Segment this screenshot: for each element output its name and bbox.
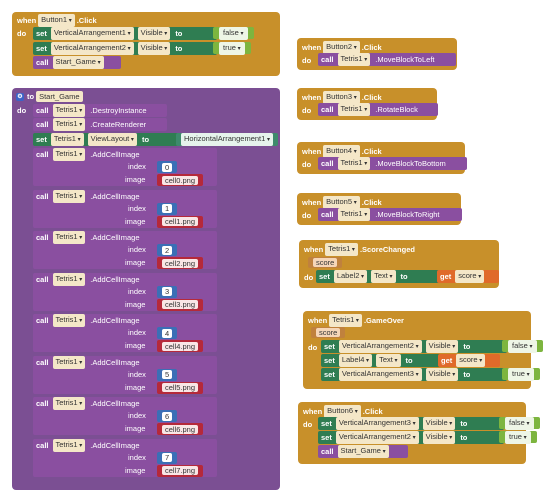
property-dropdown[interactable]: Visible — [137, 27, 171, 40]
do-label: do — [302, 211, 312, 220]
do-label: do — [302, 56, 312, 65]
call-moveblocktobottom[interactable]: call Tetris1 .MoveBlockToBottom — [318, 157, 467, 170]
index-number-block[interactable]: 5 — [157, 368, 178, 381]
scorechanged-header: when Tetris1 .ScoreChanged — [304, 243, 415, 256]
set-verticalarrangement2-visible[interactable]: set VerticalArrangement2 Visible to — [321, 340, 507, 353]
call-addcellimage[interactable]: callTetris1.AddCellImage — [33, 148, 179, 161]
index-label: index — [128, 411, 146, 420]
get-score[interactable]: get score — [438, 354, 500, 367]
image-text-block[interactable]: cell2.png — [157, 257, 204, 269]
set-verticalarrangement2-visible[interactable]: set VerticalArrangement2 Visible to — [318, 431, 504, 444]
get-score[interactable]: get score — [437, 270, 499, 283]
image-text-block[interactable]: cell0.png — [157, 174, 204, 186]
image-label: image — [125, 175, 146, 184]
image-text-block[interactable]: cell4.png — [157, 340, 204, 352]
click-label: .Click — [76, 16, 97, 25]
do-label: do — [308, 343, 318, 352]
call-start-game[interactable]: call Start_Game — [33, 56, 121, 69]
false-block[interactable]: false — [502, 339, 543, 353]
index-label: index — [128, 328, 146, 337]
call-moveblocktoleft[interactable]: call Tetris1 .MoveBlockToLeft — [318, 53, 456, 66]
index-number-block[interactable]: 1 — [157, 202, 178, 215]
index-number-block[interactable]: 2 — [157, 244, 178, 256]
component-dropdown[interactable]: VerticalArrangement1 — [50, 27, 134, 40]
set-verticalarrangement3-visible[interactable]: set VerticalArrangement3 Visible to — [321, 368, 507, 381]
image-label: image — [125, 465, 146, 475]
button1-dropdown[interactable]: Button1 — [38, 14, 75, 27]
call-createrenderer[interactable]: call Tetris1 .CreateRenderer — [33, 118, 167, 131]
set-verticalarrangement3-visible[interactable]: set VerticalArrangement3 Visible to — [318, 417, 504, 430]
image-label: image — [125, 424, 146, 433]
image-label: image — [125, 258, 146, 267]
call-addcellimage[interactable]: callTetris1.AddCellImage — [33, 314, 179, 327]
index-label: index — [128, 245, 146, 254]
index-label: index — [128, 162, 146, 171]
call-addcellimage[interactable]: callTetris1.AddCellImage — [33, 272, 179, 286]
image-text-block[interactable]: cell1.png — [157, 215, 204, 228]
true-block[interactable]: true — [502, 367, 540, 381]
false-block[interactable]: false — [213, 26, 254, 40]
button1-click-header: when Button1 .Click — [17, 14, 97, 27]
do-label: do — [303, 420, 313, 429]
set-label2-text[interactable]: set Label2 Text to — [316, 270, 442, 283]
do-label: do — [304, 273, 314, 282]
procedure-header: ⚙ to Start_Game — [16, 91, 85, 102]
call-addcellimage[interactable]: callTetris1.AddCellImage — [33, 355, 179, 369]
do-label: do — [17, 106, 27, 115]
call-addcellimage[interactable]: callTetris1.AddCellImage — [33, 231, 179, 244]
index-number-block[interactable]: 3 — [157, 285, 178, 298]
horizontalarrangement1-block[interactable]: HorizontalArrangement1 — [176, 133, 278, 146]
index-label: index — [128, 369, 146, 379]
gameover-header: when Tetris1 .GameOver — [308, 314, 404, 327]
set-tetris1-viewlayout[interactable]: set Tetris1 ViewLayout to — [33, 133, 181, 146]
set-verticalarrangement2-visible[interactable]: set VerticalArrangement2 Visible to — [33, 42, 217, 55]
index-number-block[interactable]: 4 — [157, 327, 178, 339]
image-text-block[interactable]: cell6.png — [157, 423, 204, 435]
do-label: do — [302, 160, 312, 169]
call-addcellimage[interactable]: callTetris1.AddCellImage — [33, 397, 179, 410]
call-moveblocktoright[interactable]: call Tetris1 .MoveBlockToRight — [318, 208, 462, 221]
call-rotateblock[interactable]: call Tetris1 .RotateBlock — [318, 103, 438, 116]
gear-icon[interactable]: ⚙ — [16, 92, 24, 101]
do-label: do — [17, 29, 27, 38]
do-label: do — [302, 106, 312, 115]
image-text-block[interactable]: cell7.png — [157, 464, 204, 477]
image-label: image — [125, 299, 146, 309]
call-destroyinstance[interactable]: call Tetris1 .DestroyInstance — [33, 104, 167, 117]
index-number-block[interactable]: 0 — [157, 161, 178, 173]
image-text-block[interactable]: cell3.png — [157, 298, 204, 311]
index-number-block[interactable]: 6 — [157, 410, 178, 422]
when-label: when — [17, 16, 37, 25]
true-block[interactable]: true — [213, 41, 251, 55]
false-block[interactable]: false — [499, 416, 540, 430]
component-dropdown[interactable]: VerticalArrangement2 — [50, 42, 134, 55]
call-start-game[interactable]: call Start_Game — [318, 445, 408, 458]
index-number-block[interactable]: 7 — [157, 451, 178, 464]
image-text-block[interactable]: cell5.png — [157, 381, 204, 394]
index-label: index — [128, 286, 146, 296]
true-block[interactable]: true — [499, 430, 537, 444]
score-parameter[interactable]: score — [308, 257, 343, 268]
index-label: index — [128, 452, 146, 462]
image-label: image — [125, 382, 146, 392]
image-label: image — [125, 341, 146, 350]
index-label: index — [128, 203, 146, 213]
call-addcellimage[interactable]: callTetris1.AddCellImage — [33, 438, 179, 452]
property-dropdown[interactable]: Visible — [137, 42, 171, 55]
procedure-name[interactable]: Start_Game — [36, 91, 83, 102]
call-addcellimage[interactable]: callTetris1.AddCellImage — [33, 189, 179, 203]
image-label: image — [125, 216, 146, 226]
set-verticalarrangement1-visible[interactable]: set VerticalArrangement1 Visible to — [33, 27, 217, 40]
score-parameter[interactable]: score — [311, 327, 346, 338]
set-label4-text[interactable]: set Label4 Text to — [321, 354, 443, 367]
